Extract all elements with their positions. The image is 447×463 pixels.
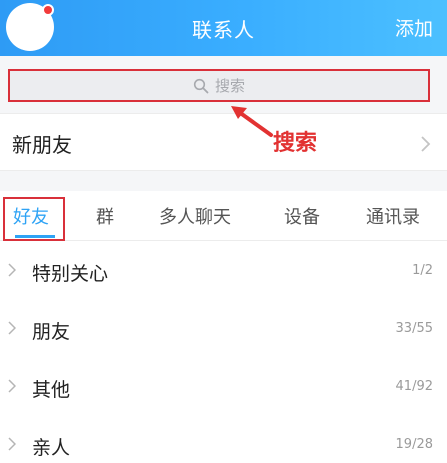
group-row[interactable]: 其他 41/92	[0, 357, 447, 415]
app-header: 联系人 添加	[0, 0, 447, 56]
search-area: 搜索	[0, 56, 447, 113]
chevron-right-icon	[8, 321, 16, 335]
search-input[interactable]: 搜索	[8, 69, 430, 102]
tab-multi-chat[interactable]: 多人聊天	[159, 203, 231, 229]
group-name: 特别关心	[32, 263, 109, 285]
page-title: 联系人	[192, 18, 255, 42]
search-placeholder: 搜索	[214, 77, 245, 95]
tab-address-book[interactable]: 通讯录	[366, 203, 420, 229]
contact-tabs: 好友 群 多人聊天 设备 通讯录	[0, 191, 447, 241]
group-row[interactable]: 朋友 33/55	[0, 299, 447, 357]
tab-devices[interactable]: 设备	[284, 203, 320, 229]
chevron-right-icon	[8, 379, 16, 393]
chevron-right-icon	[421, 136, 431, 152]
group-row[interactable]: 特别关心 1/2	[0, 241, 447, 299]
group-count: 33/55	[395, 321, 433, 336]
group-name: 朋友	[32, 321, 71, 343]
tab-groups[interactable]: 群	[96, 203, 114, 229]
section-divider	[0, 171, 447, 191]
chevron-right-icon	[8, 437, 16, 451]
new-friend-row[interactable]: 新朋友	[0, 113, 447, 171]
group-name: 其他	[32, 379, 71, 401]
new-friend-label: 新朋友	[12, 133, 72, 157]
group-name: 亲人	[32, 437, 71, 459]
group-count: 1/2	[412, 263, 433, 278]
group-count: 41/92	[395, 379, 433, 394]
search-icon	[193, 78, 209, 93]
annotation-label: 搜索	[273, 131, 318, 156]
friend-group-list: 特别关心 1/2 朋友 33/55 其他 41/92 亲人 19/28	[0, 241, 447, 463]
group-count: 19/28	[395, 437, 433, 452]
add-button[interactable]: 添加	[395, 14, 433, 41]
annotation-highlight-box	[3, 197, 65, 241]
chevron-right-icon	[8, 263, 16, 277]
group-row[interactable]: 亲人 19/28	[0, 415, 447, 463]
